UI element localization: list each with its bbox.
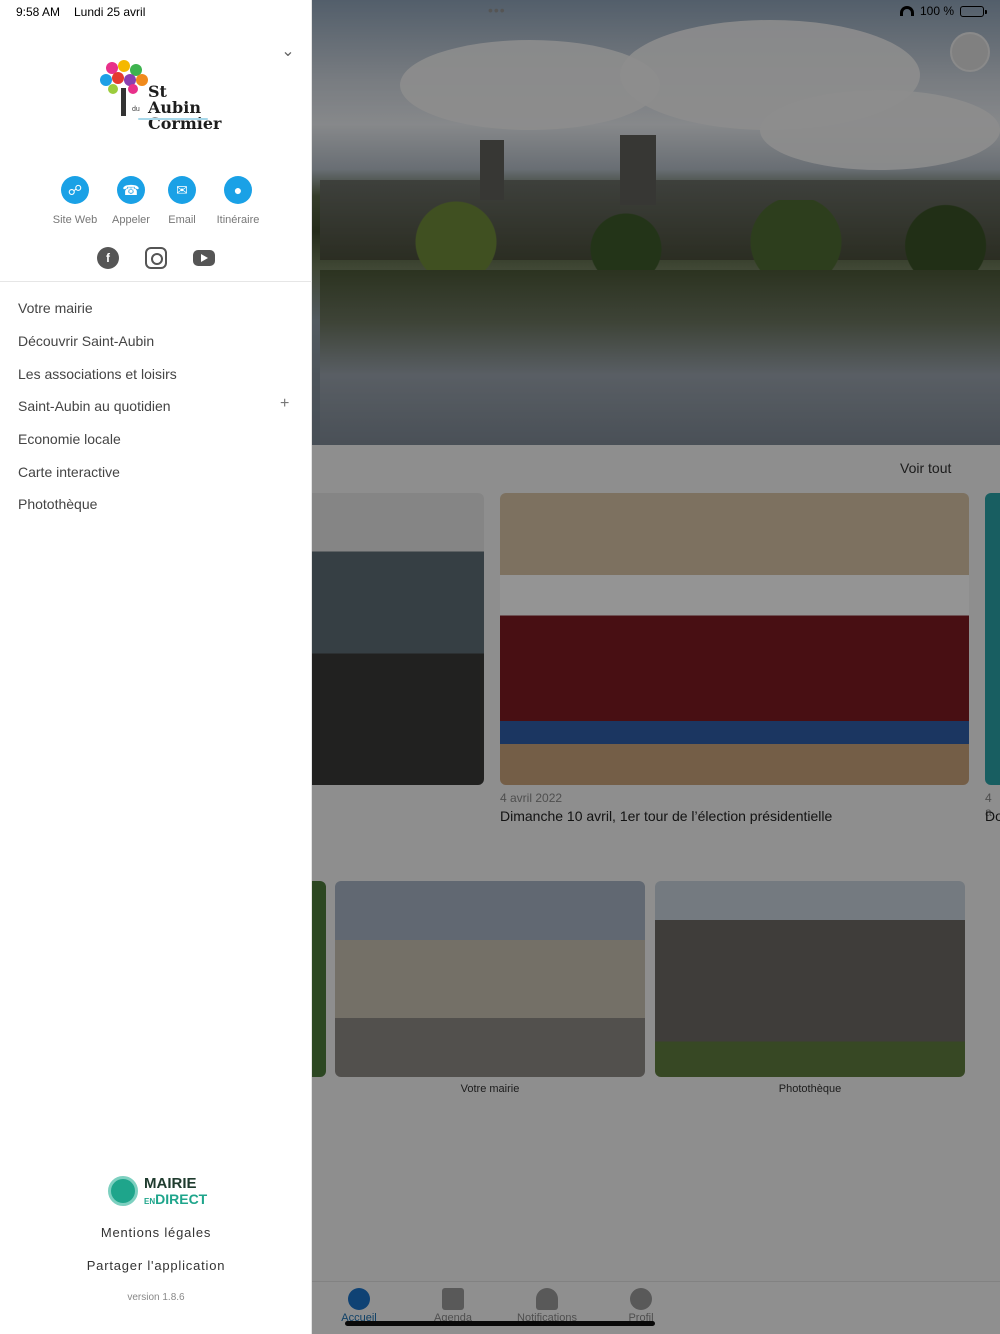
menu-item-associations[interactable]: Les associations et loisirs <box>18 366 298 388</box>
drawer-scrim[interactable] <box>312 0 1000 1334</box>
globe-icon: ☍ <box>61 176 89 204</box>
divider <box>0 281 312 282</box>
expand-plus-icon[interactable]: + <box>280 395 289 413</box>
facebook-icon[interactable]: f <box>97 247 119 269</box>
multitask-dots-icon[interactable]: ••• <box>488 2 506 18</box>
quick-action-label: Email <box>168 214 196 226</box>
quick-action-label: Site Web <box>52 214 98 226</box>
menu-item-phototheque[interactable]: Photothèque <box>18 496 298 518</box>
youtube-icon[interactable] <box>193 250 215 266</box>
mail-icon: ✉ <box>168 176 196 204</box>
battery-percent: 100 % <box>919 4 954 18</box>
phone-icon: ☎ <box>117 176 145 204</box>
directions-button[interactable]: ● Itinéraire <box>208 176 268 226</box>
location-pin-icon: ● <box>224 176 252 204</box>
instagram-icon[interactable] <box>145 247 167 269</box>
share-app-link[interactable]: Partager l'application <box>0 1258 312 1273</box>
brand-name: St Aubin Cormier <box>148 82 222 133</box>
legal-notice-link[interactable]: Mentions légales <box>0 1225 312 1240</box>
menu-item-economie[interactable]: Economie locale <box>18 431 298 453</box>
logo-text: ENDIRECT <box>144 1191 208 1207</box>
menu-item-decouvrir[interactable]: Découvrir Saint-Aubin <box>18 333 298 355</box>
chevron-down-icon[interactable]: ⌄ <box>278 42 298 62</box>
menu-item-votre-mairie[interactable]: Votre mairie <box>18 300 298 322</box>
side-drawer: ⌄ St Aubin Cormier du ☍ Site Web ☎ Appel… <box>0 0 312 1334</box>
logo-text: MAIRIE <box>144 1175 197 1192</box>
menu-item-quotidien[interactable]: Saint-Aubin au quotidien <box>18 398 298 420</box>
menu-item-carte[interactable]: Carte interactive <box>18 464 298 486</box>
brand-prefix: du <box>132 106 140 113</box>
website-button[interactable]: ☍ Site Web <box>45 176 105 226</box>
email-button[interactable]: ✉ Email <box>152 176 212 226</box>
status-date: Lundi 25 avril <box>74 5 146 19</box>
app-version: version 1.8.6 <box>127 1292 185 1303</box>
mairie-en-direct-logo: MAIRIE ENDIRECT <box>108 1175 208 1207</box>
city-logo: St Aubin Cormier du <box>98 60 221 132</box>
status-bar: 9:58 AM Lundi 25 avril ••• 100 % <box>0 0 1000 24</box>
status-time: 9:58 AM <box>16 5 61 19</box>
wifi-icon <box>899 6 914 16</box>
battery-icon <box>960 5 987 17</box>
quick-action-label: Itinéraire <box>216 214 260 226</box>
